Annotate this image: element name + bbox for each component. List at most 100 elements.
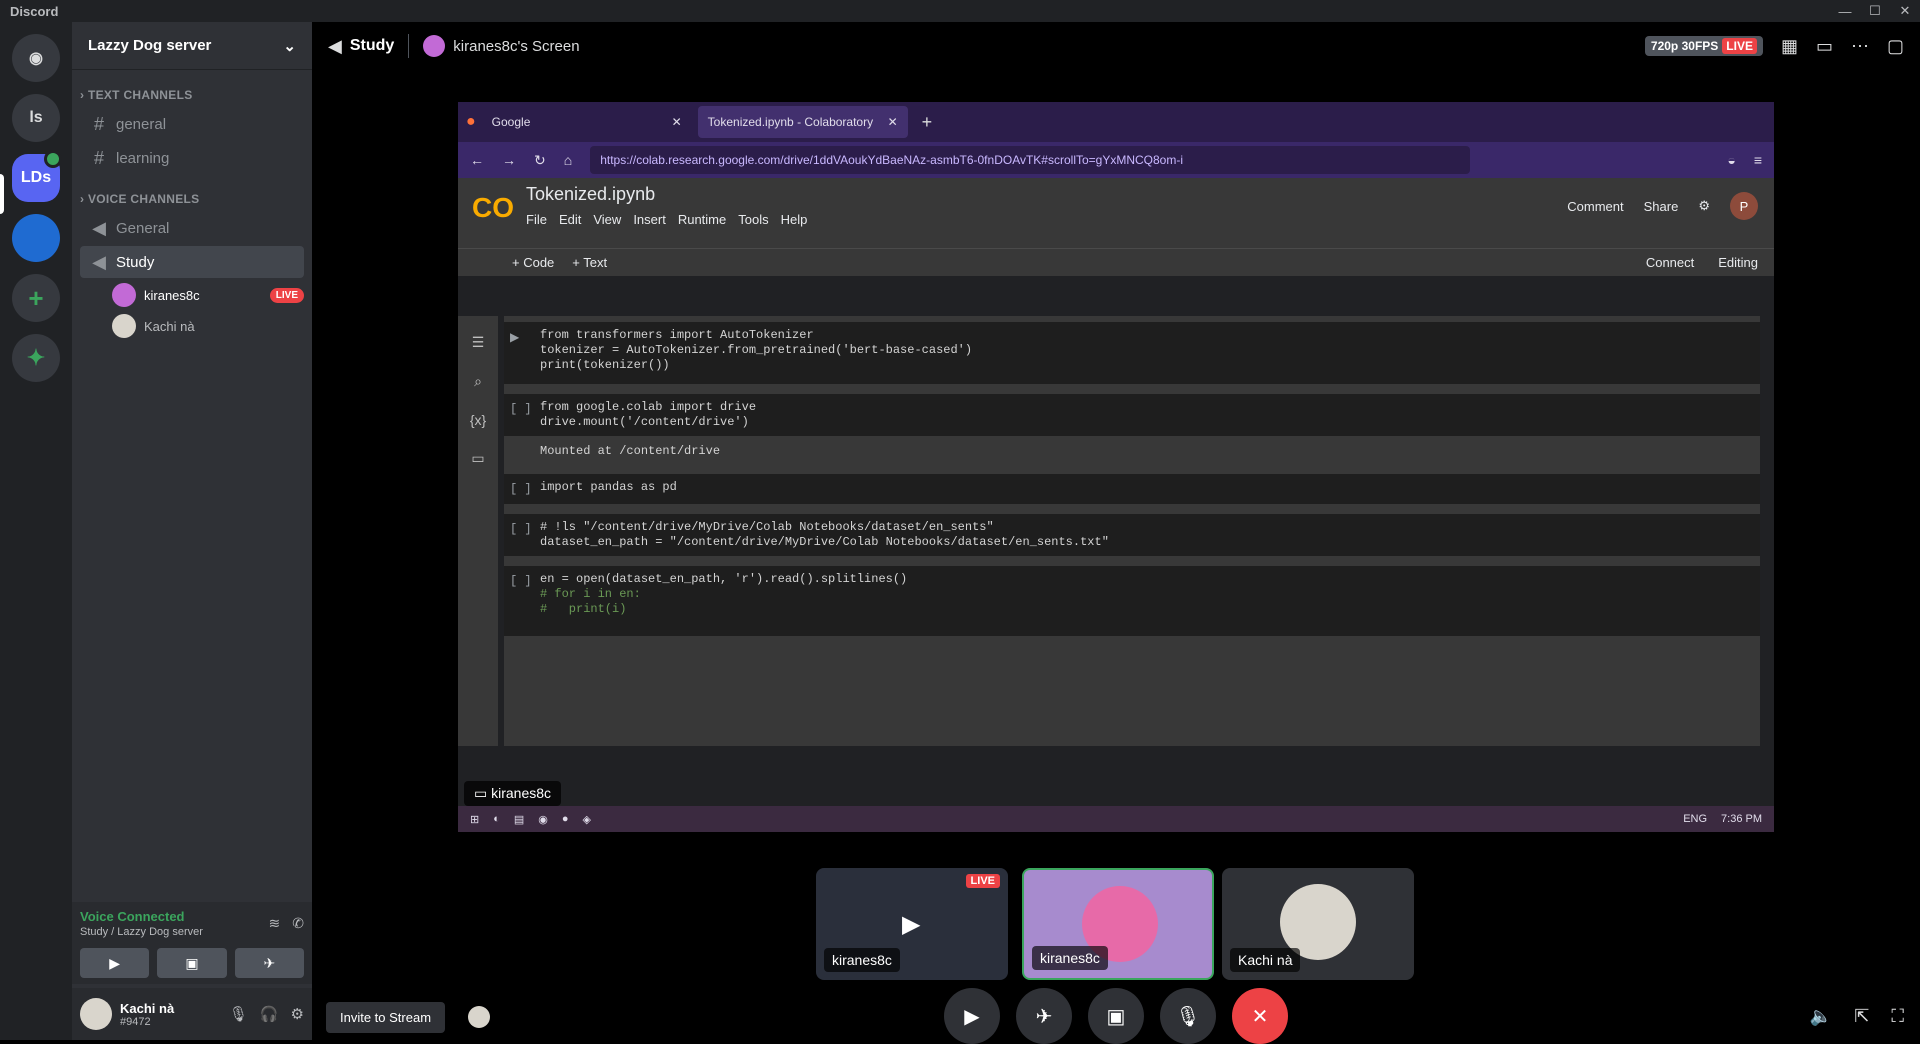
cell-code[interactable]: from google.colab import drive drive.moun… (540, 400, 756, 430)
cell-code[interactable]: import pandas as pd (540, 480, 677, 495)
server-blue[interactable] (12, 214, 60, 262)
activity-button[interactable]: ✈ (1016, 988, 1072, 1044)
avatar[interactable]: P (1730, 192, 1758, 220)
gear-icon[interactable]: ⚙ (291, 1005, 304, 1023)
pocket-icon[interactable]: ◒ (1727, 152, 1735, 168)
participant-tile[interactable]: kiranes8c (1022, 868, 1214, 980)
comment-button[interactable]: Comment (1567, 199, 1623, 214)
invite-to-stream-button[interactable]: Invite to Stream (326, 1002, 446, 1033)
browser-tab[interactable]: Google ✕ (482, 106, 692, 138)
browser-tab[interactable]: Tokenized.ipynb - Colaboratory ✕ (697, 106, 908, 138)
code-cell[interactable]: ▶ from transformers import AutoTokenizer… (504, 322, 1760, 384)
windows-start-icon[interactable]: ⊞ (470, 813, 479, 826)
fullscreen-icon[interactable]: ⛶ (1891, 1006, 1904, 1027)
activity-button[interactable]: ✈ (234, 948, 304, 978)
menu-runtime[interactable]: Runtime (678, 212, 726, 227)
url-bar[interactable]: https://colab.research.google.com/drive/… (590, 146, 1471, 174)
code-cell[interactable]: [ ] # !ls "/content/drive/MyDrive/Colab … (504, 514, 1760, 556)
new-tab-icon[interactable]: + (922, 112, 933, 133)
code-cell[interactable]: [ ] from google.colab import drive drive.… (504, 394, 1760, 436)
microphone-icon[interactable]: 🎙 (229, 1005, 248, 1023)
close-icon[interactable]: ✕ (1890, 0, 1920, 22)
chrome-icon[interactable]: ◉ (538, 813, 548, 826)
menu-file[interactable]: File (526, 212, 547, 227)
participant-tile[interactable]: Kachi nà (1222, 868, 1414, 980)
minimize-icon[interactable]: — (1830, 0, 1860, 22)
member-name: Kachi nà (144, 318, 195, 334)
explore-servers-button[interactable]: ✦ (12, 334, 60, 382)
voice-member[interactable]: kiranes8c LIVE (112, 280, 304, 310)
close-icon[interactable]: ✕ (672, 115, 682, 129)
shared-screen[interactable]: ● Google ✕ Tokenized.ipynb - Colaborator… (458, 102, 1774, 832)
discord-logo-icon: ◉ (29, 50, 43, 67)
firefox-icon[interactable]: ● (562, 813, 569, 825)
code-cell[interactable]: [ ] import pandas as pd (504, 474, 1760, 504)
voice-member[interactable]: Kachi nà (112, 311, 304, 341)
stream-owner: kiranes8c's Screen (453, 37, 580, 55)
menu-view[interactable]: View (593, 212, 621, 227)
variables-icon[interactable]: {x} (470, 412, 486, 428)
notebook-title[interactable]: Tokenized.ipynb (526, 184, 655, 205)
run-cell-icon[interactable]: ▶ (510, 330, 519, 345)
channel-learning[interactable]: # learning (80, 142, 304, 174)
reload-icon[interactable]: ↻ (534, 152, 546, 169)
channel-general[interactable]: # general (80, 108, 304, 140)
share-button[interactable]: Share (1644, 199, 1679, 214)
server-header[interactable]: Lazzy Dog server ⌄ (72, 22, 312, 70)
headphones-icon[interactable]: 🎧 (260, 1005, 279, 1023)
home-icon[interactable]: ⌂ (564, 152, 572, 168)
focus-view-icon[interactable]: ▭ (1816, 36, 1833, 57)
menu-edit[interactable]: Edit (559, 212, 581, 227)
server-lds[interactable]: LDs (12, 150, 62, 202)
grid-view-icon[interactable]: ▦ (1781, 36, 1798, 57)
edge-icon[interactable]: ◐ (493, 813, 500, 825)
discord-icon[interactable]: ◈ (583, 813, 591, 826)
search-icon[interactable]: ⌕ (474, 373, 482, 390)
gear-icon[interactable]: ⚙ (1698, 198, 1710, 214)
category-text-channels[interactable]: › TEXT CHANNELS (72, 88, 312, 102)
maximize-icon[interactable]: ☐ (1860, 0, 1890, 22)
close-icon[interactable]: ✕ (888, 115, 898, 129)
back-icon[interactable]: ← (470, 152, 484, 168)
cell-code[interactable]: # !ls "/content/drive/MyDrive/Colab Note… (540, 520, 1109, 550)
screen-share-button[interactable]: ▣ (157, 948, 227, 978)
add-text-button[interactable]: + Text (572, 255, 607, 270)
voice-channel-general[interactable]: ◀ General (80, 212, 304, 244)
toc-icon[interactable]: ☰ (472, 334, 485, 351)
screen-share-button[interactable]: ▣ (1088, 988, 1144, 1044)
mute-button[interactable]: 🎙 (1160, 988, 1216, 1044)
add-server-button[interactable]: + (12, 274, 60, 322)
menu-insert[interactable]: Insert (633, 212, 666, 227)
editing-button[interactable]: Editing (1718, 255, 1758, 270)
avatar[interactable] (80, 998, 112, 1030)
cell-code[interactable]: en = open(dataset_en_path, 'r').read().s… (540, 572, 907, 617)
disconnect-icon[interactable]: ✆ (292, 915, 304, 932)
screen-share-icon: ▣ (1106, 1005, 1126, 1028)
voice-channel-study[interactable]: ◀ Study (80, 246, 304, 278)
category-voice-channels[interactable]: › VOICE CHANNELS (72, 192, 312, 206)
camera-button[interactable]: ▶ (944, 988, 1000, 1044)
home-button[interactable]: ◉ (12, 34, 60, 82)
menu-icon[interactable]: ≡ (1754, 152, 1762, 168)
noise-suppression-icon[interactable]: ≋ (269, 915, 281, 932)
voice-location[interactable]: Study / Lazzy Dog server (80, 926, 203, 938)
participant-tile[interactable]: LIVE ▶ kiranes8c (816, 868, 1008, 980)
explorer-icon[interactable]: ▤ (514, 813, 524, 826)
connect-button[interactable]: Connect (1646, 255, 1694, 270)
chat-icon[interactable]: ▢ (1887, 36, 1904, 57)
voice-status[interactable]: Voice Connected (80, 909, 203, 924)
cell-code[interactable]: from transformers import AutoTokenizer to… (540, 328, 972, 373)
popout-icon[interactable]: ⇱ (1854, 1006, 1869, 1027)
folder-icon[interactable]: ▭ (471, 450, 484, 467)
menu-tools[interactable]: Tools (738, 212, 768, 227)
code-cell[interactable]: [ ] en = open(dataset_en_path, 'r').read… (504, 566, 1760, 636)
add-code-button[interactable]: + Code (512, 255, 554, 270)
volume-icon[interactable]: 🔈 (1810, 1006, 1832, 1027)
more-icon[interactable]: ⋯ (1851, 36, 1869, 57)
forward-icon[interactable]: → (502, 152, 516, 168)
end-stream-button[interactable]: ✕ (1232, 988, 1288, 1044)
category-text-label: TEXT CHANNELS (87, 88, 193, 102)
menu-help[interactable]: Help (781, 212, 808, 227)
server-ls[interactable]: ls (12, 94, 60, 142)
video-button[interactable]: ▶ (80, 948, 150, 978)
